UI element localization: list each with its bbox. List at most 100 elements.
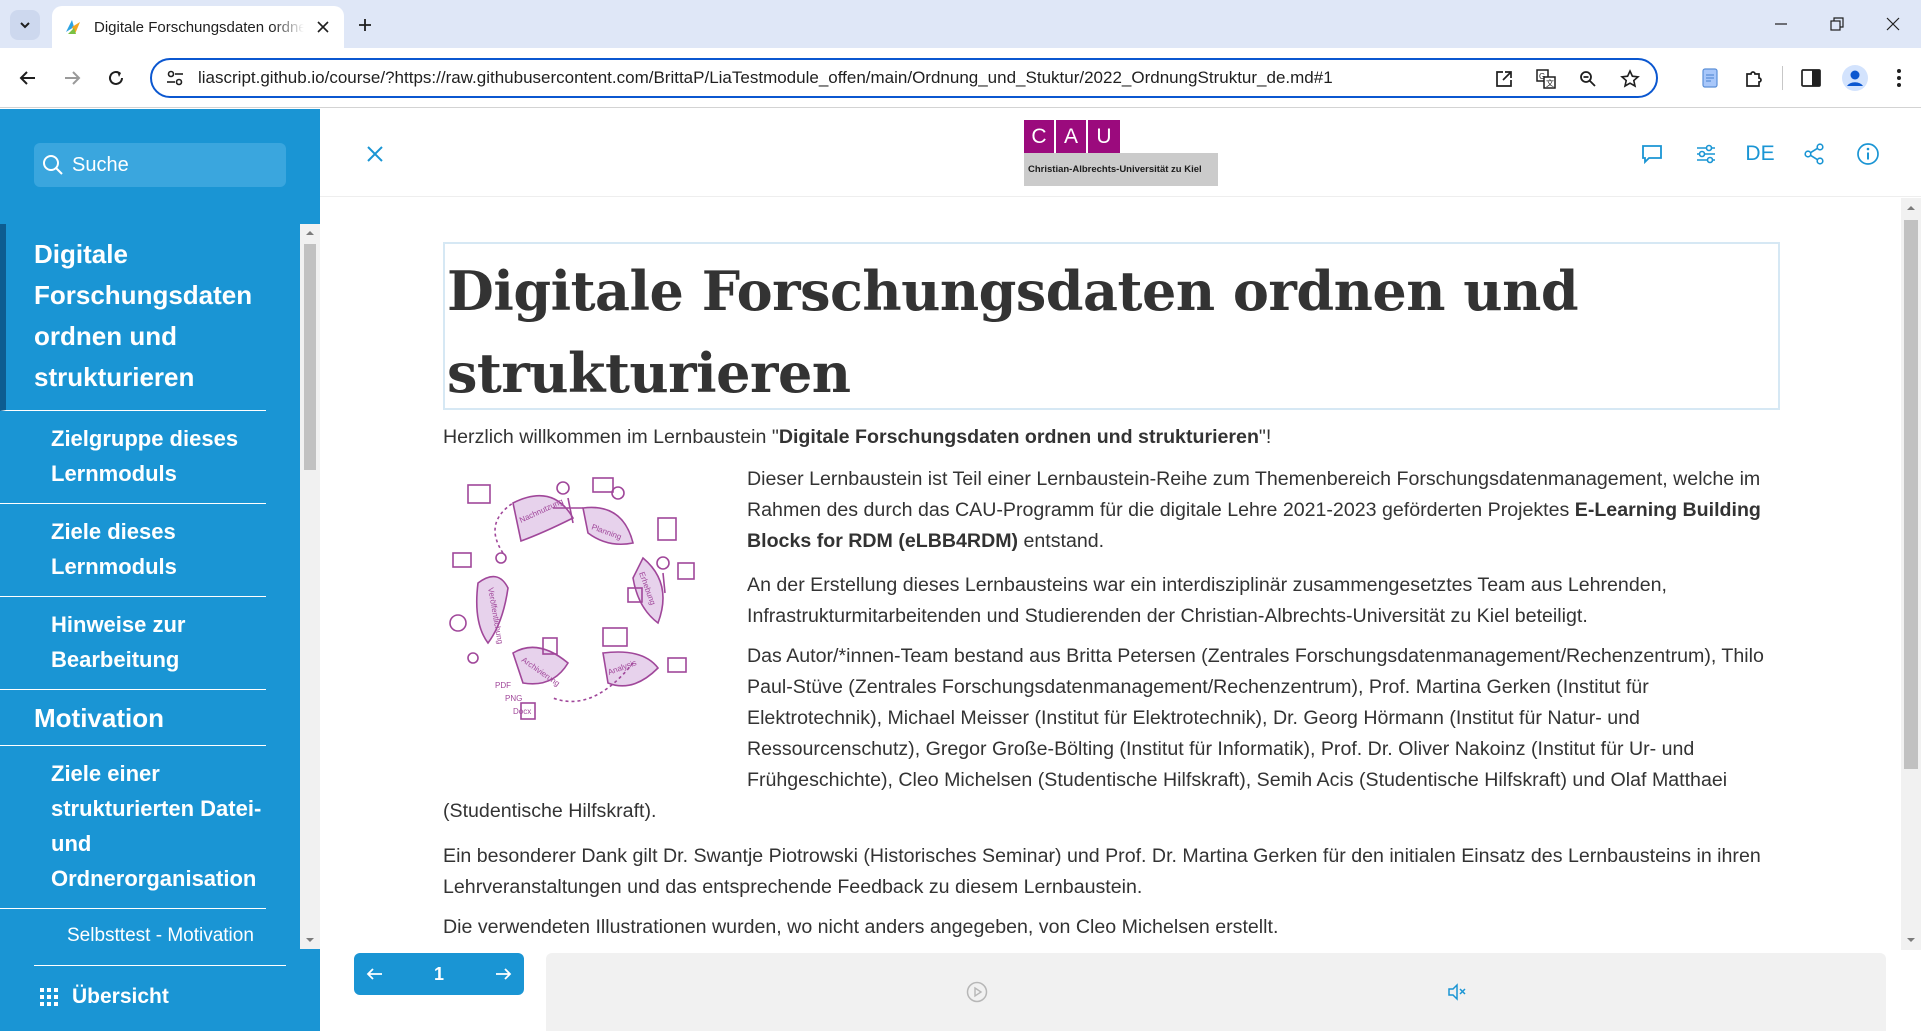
file-format-label: PDF [495, 681, 511, 690]
intro-paragraph: Dieser Lernbaustein ist Teil einer Lernb… [747, 464, 1787, 557]
sidebar-divider [34, 965, 286, 966]
tab-search-button[interactable] [10, 10, 40, 40]
title-box: Digitale Forschungsdaten ordnen und stru… [443, 242, 1780, 410]
url-text: liascript.github.io/course/?https://raw.… [198, 68, 1333, 87]
slide-pager: 1 [354, 953, 524, 995]
browser-menu-button[interactable] [1877, 62, 1921, 94]
address-bar[interactable]: liascript.github.io/course/?https://raw.… [150, 58, 1658, 98]
toc-item-ziele-struktur[interactable]: Ziele einer strukturierten Datei- und Or… [0, 746, 266, 909]
cau-logo-letters: C A U [1024, 120, 1120, 153]
more-vertical-icon [1897, 69, 1901, 87]
minimize-icon [1775, 23, 1787, 25]
extensions-button[interactable] [1732, 62, 1776, 94]
sliders-icon [1697, 144, 1715, 164]
plus-icon [359, 19, 371, 31]
play-icon[interactable] [966, 981, 988, 1003]
reload-button[interactable] [100, 62, 132, 94]
search-input[interactable] [72, 153, 272, 177]
grid-icon [40, 988, 58, 1006]
arrow-right-icon [65, 71, 81, 85]
scroll-down-icon[interactable] [1906, 935, 1916, 945]
language-button[interactable]: DE [1733, 139, 1787, 169]
header-actions: DE [1625, 139, 1895, 169]
toc-item-digitale-forschungsdaten[interactable]: Digitale Forschungsdaten ordnen und stru… [0, 224, 266, 411]
toc-item-selbsttest[interactable]: Selbsttest - Motivation [0, 909, 266, 949]
back-button[interactable] [12, 62, 44, 94]
illustrations-credit: Die verwendeten Illustrationen wurden, w… [443, 916, 1279, 938]
course-header: C A U Christian-Albrechts-Universität zu… [320, 109, 1921, 197]
logo-caption-text: Christian-Albrechts-Universität zu Kiel [1028, 164, 1202, 175]
welcome-text: Herzlich willkommen im Lernbaustein "Dig… [443, 422, 1783, 453]
content-scrollbar[interactable] [1901, 198, 1921, 950]
page-number: 1 [433, 963, 444, 984]
toc-item-hinweise[interactable]: Hinweise zur Bearbeitung [0, 597, 266, 690]
bookmark-button[interactable] [1614, 66, 1646, 92]
close-sidebar-icon[interactable] [364, 143, 386, 165]
close-icon [1886, 17, 1900, 31]
cau-logo: C A U Christian-Albrechts-Universität zu… [1024, 120, 1218, 186]
new-tab-button[interactable] [350, 10, 380, 40]
close-window-button[interactable] [1865, 0, 1921, 48]
share-button[interactable] [1787, 139, 1841, 169]
forward-button[interactable] [56, 62, 88, 94]
authors-paragraph: Das Autor/*innen-Team bestand aus Britta… [747, 645, 1764, 791]
welcome-bold: Digitale Forschungsdaten ordnen und stru… [778, 426, 1259, 448]
team-paragraph: An der Erstellung dieses Lernbausteins w… [747, 574, 1667, 627]
file-format-label: PNG [505, 694, 522, 703]
previous-slide-button[interactable] [366, 967, 384, 981]
chevron-down-icon [20, 22, 30, 29]
next-slide-button[interactable] [494, 967, 512, 981]
scroll-up-icon[interactable] [1906, 203, 1916, 213]
tab-close-button[interactable] [314, 18, 332, 36]
page-title: Digitale Forschungsdaten ordnen und stru… [447, 259, 1579, 405]
toc-item-zielgruppe[interactable]: Zielgruppe dieses Lernmoduls [0, 411, 266, 504]
open-external-icon [1496, 71, 1512, 87]
chat-button[interactable] [1625, 139, 1679, 169]
reading-list-button[interactable] [1688, 62, 1732, 94]
address-bar-actions: G文 [1488, 66, 1646, 92]
scroll-up-icon[interactable] [305, 228, 315, 238]
info-button[interactable] [1841, 139, 1895, 169]
profile-button[interactable] [1833, 62, 1877, 94]
mute-icon[interactable] [1446, 981, 1468, 1003]
logo-letter: U [1096, 124, 1112, 148]
toolbar-actions [1688, 62, 1921, 94]
overview-label: Übersicht [72, 985, 169, 1008]
toc-item-ziele-lernmodul[interactable]: Ziele dieses Lernmoduls [0, 504, 266, 597]
toc-item-motivation[interactable]: Motivation [0, 690, 266, 746]
comment-icon [1642, 145, 1662, 165]
cau-logo-caption: Christian-Albrechts-Universität zu Kiel [1024, 153, 1218, 186]
side-panel-button[interactable] [1789, 62, 1833, 94]
settings-button[interactable] [1679, 139, 1733, 169]
info-icon [1857, 143, 1879, 165]
minimize-button[interactable] [1753, 0, 1809, 48]
scroll-down-icon[interactable] [305, 935, 315, 945]
slide-content: Digitale Forschungsdaten ordnen und stru… [320, 198, 1901, 950]
zoom-button[interactable] [1572, 66, 1604, 92]
search-icon [43, 155, 63, 175]
reload-icon [109, 70, 123, 85]
table-of-contents: Digitale Forschungsdaten ordnen und stru… [0, 224, 300, 949]
sidebar-scrollbar[interactable] [300, 224, 320, 949]
browser-tab[interactable]: Digitale Forschungsdaten ordnen und stru… [52, 6, 344, 48]
browser-toolbar: liascript.github.io/course/?https://raw.… [0, 48, 1921, 108]
welcome-prefix: Herzlich willkommen im Lernbaustein " [443, 426, 779, 448]
overview-button[interactable]: Übersicht [40, 985, 169, 1009]
sidebar-scroll-thumb[interactable] [304, 244, 316, 470]
sidebar: Digitale Forschungsdaten ordnen und stru… [0, 109, 320, 1031]
file-format-label: Docx [513, 707, 531, 716]
search-box [34, 143, 286, 187]
open-in-app-button[interactable] [1488, 66, 1520, 92]
content-scroll-thumb[interactable] [1904, 220, 1918, 769]
authors-paragraph-tail: (Studentische Hilfskraft). [443, 800, 657, 822]
svg-text:文: 文 [1546, 78, 1554, 88]
translate-icon: G文 [1536, 69, 1556, 89]
welcome-suffix: "! [1258, 426, 1272, 448]
restore-button[interactable] [1809, 0, 1865, 48]
document-icon [1702, 68, 1718, 88]
site-settings-icon[interactable] [166, 69, 184, 87]
side-panel-icon [1801, 69, 1821, 87]
logo-letter: C [1024, 120, 1056, 153]
translate-button[interactable]: G文 [1530, 66, 1562, 92]
audio-player-bar [546, 953, 1886, 1031]
